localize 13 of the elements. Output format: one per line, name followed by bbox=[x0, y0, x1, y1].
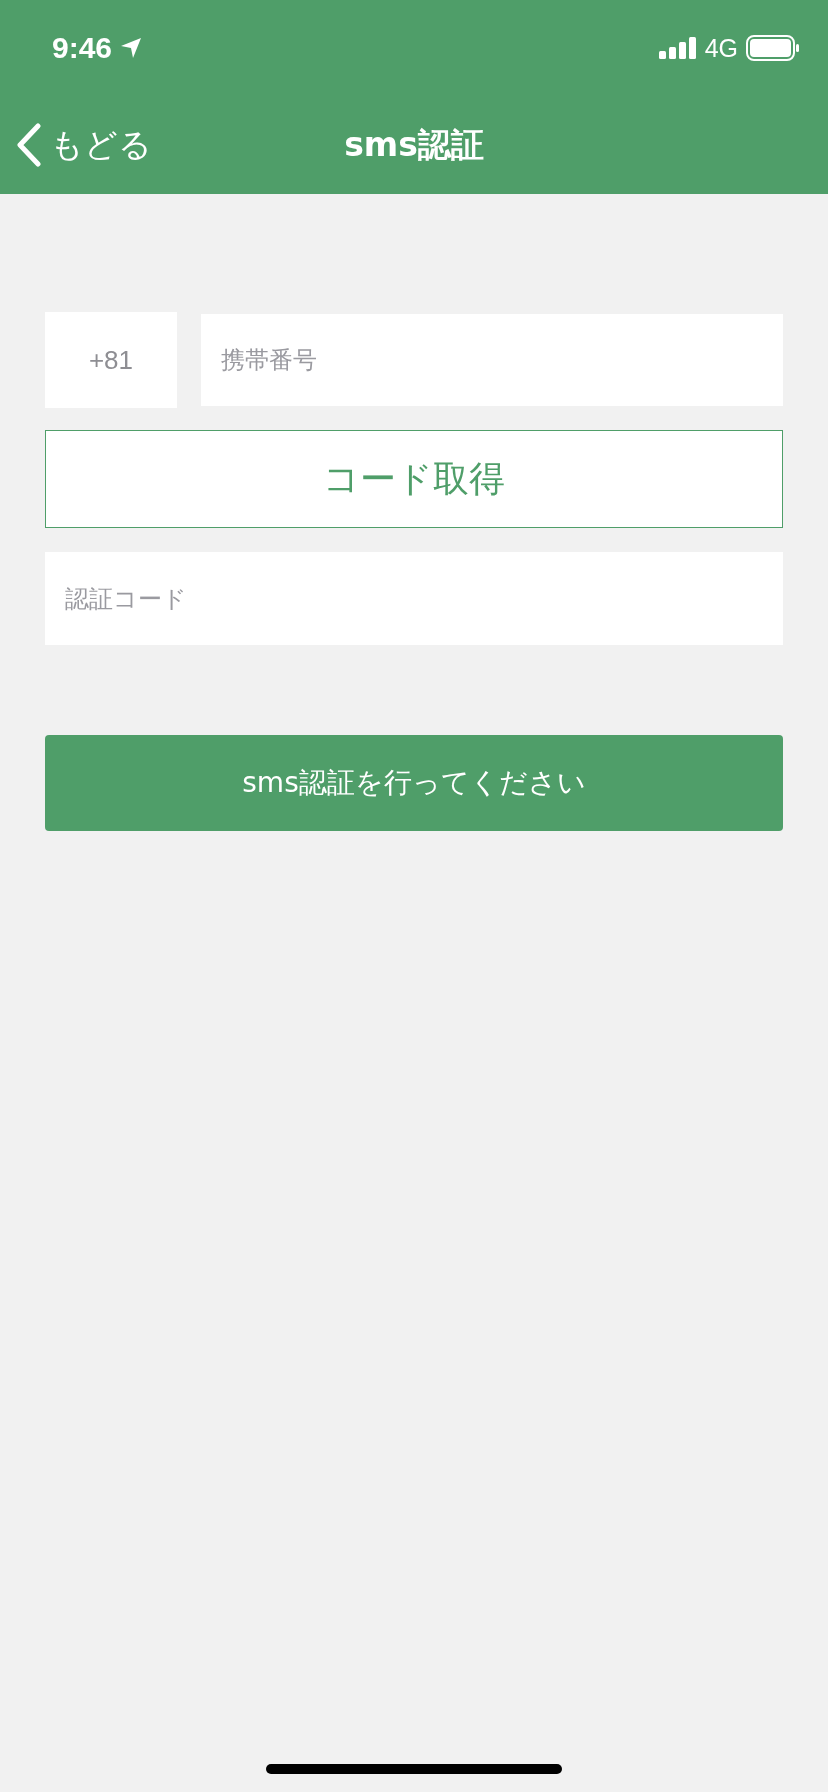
phone-number-field[interactable]: 携帯番号 bbox=[201, 314, 783, 406]
network-label: 4G bbox=[704, 33, 738, 63]
signal-icon bbox=[658, 37, 697, 59]
location-arrow-icon bbox=[120, 37, 143, 59]
get-code-button[interactable]: コード取得 bbox=[45, 430, 783, 528]
verification-code-field[interactable]: 認証コード bbox=[45, 552, 783, 645]
screen-title: sms認証 bbox=[344, 123, 484, 166]
chevron-left-icon bbox=[16, 123, 42, 167]
back-button[interactable]: もどる bbox=[0, 122, 152, 168]
battery-icon bbox=[746, 35, 800, 61]
country-code[interactable]: +81 bbox=[45, 312, 177, 408]
status-time: 9:46 bbox=[52, 31, 113, 65]
submit-button[interactable]: sms認証を行ってください bbox=[45, 735, 783, 831]
